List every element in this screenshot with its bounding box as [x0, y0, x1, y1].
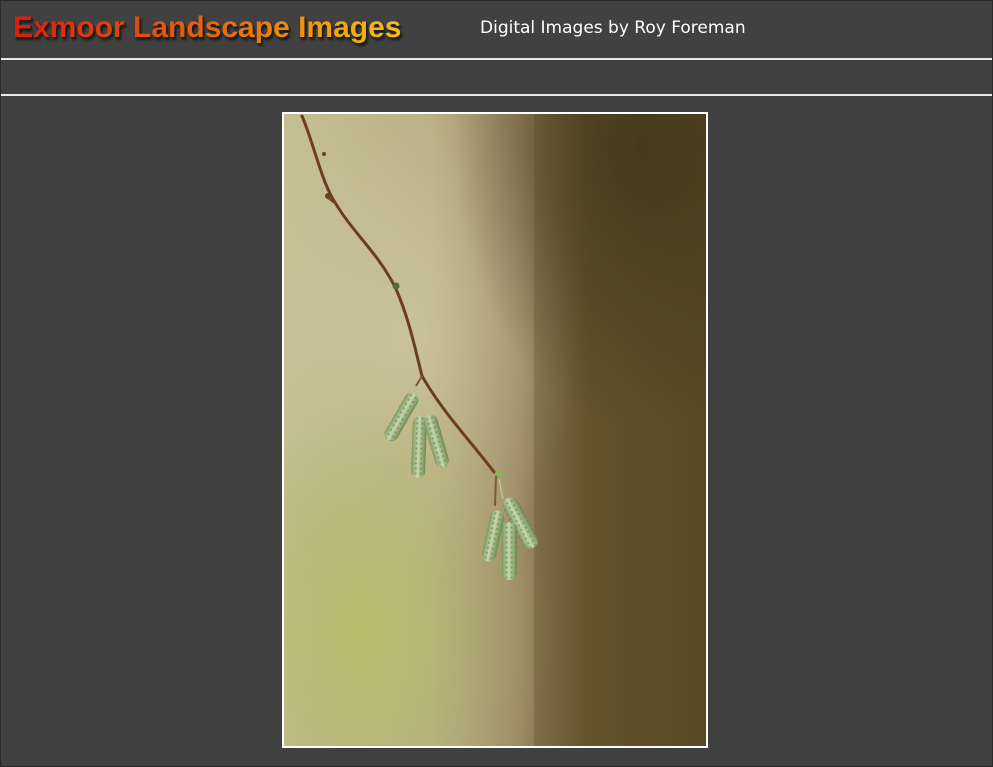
site-title[interactable]: Exmoor Landscape Images	[13, 9, 401, 47]
nav-divider	[1, 94, 992, 96]
main-photo[interactable]	[282, 112, 708, 748]
nav-bar	[1, 60, 992, 94]
site-subtitle: Digital Images by Roy Foreman	[480, 18, 746, 38]
site-header: Exmoor Landscape Images Digital Images b…	[1, 1, 992, 58]
hazel-catkins-photo	[284, 114, 706, 746]
